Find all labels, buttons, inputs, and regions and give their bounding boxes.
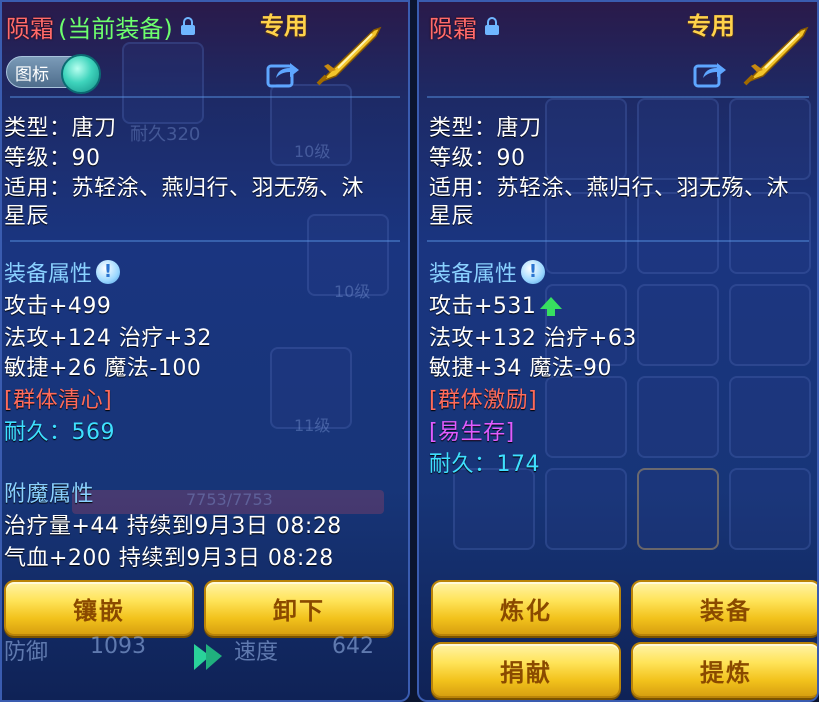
ghost-slot <box>637 376 719 458</box>
enchant-line: 治疗量+44 持续到9月3日 08:28 <box>4 514 342 539</box>
item-title: 陨霜 <box>429 10 499 43</box>
ghost-slot <box>453 468 535 550</box>
bg-speed-value: 642 <box>332 634 374 659</box>
enchant-line: 气血+200 持续到9月3日 08:28 <box>4 546 334 571</box>
item-applies-cont: 星辰 <box>429 204 475 229</box>
ghost-slot <box>122 42 204 124</box>
divider <box>10 240 400 242</box>
stat-line: 法攻+132 治疗+63 <box>429 326 637 351</box>
bg-level-tag: 10级 <box>294 142 331 161</box>
donate-button[interactable]: 捐献 <box>431 642 621 698</box>
item-applies: 适用：苏轻涂、燕归行、羽无殇、沐 <box>429 176 790 201</box>
equip-attributes-label: 装备属性 <box>4 262 93 287</box>
bg-level-tag: 10级 <box>334 282 371 301</box>
bg-speed-label: 速度 <box>234 640 279 665</box>
current-equipment-panel: 耐久320 10级 10级 11级 7753/7753 陨霜 (当前装备) 专用 … <box>0 0 410 702</box>
ghost-slot <box>729 192 811 274</box>
ghost-slot <box>637 284 719 366</box>
current-equip-tag: (当前装备) <box>58 14 173 43</box>
stat-attack-value: 攻击+531 <box>429 294 537 319</box>
equip-attributes-label: 装备属性 <box>429 262 518 287</box>
item-type: 类型：唐刀 <box>429 116 542 141</box>
bg-defense-label: 防御 <box>4 640 49 665</box>
icon-toggle[interactable]: 图标 <box>6 54 101 94</box>
unequip-button[interactable]: 卸下 <box>204 580 394 636</box>
ghost-slot <box>637 468 719 550</box>
extract-button[interactable]: 提炼 <box>631 642 817 698</box>
share-icon[interactable] <box>266 58 300 88</box>
skill-tag: [群体激励] <box>429 388 538 413</box>
item-applies: 适用：苏轻涂、燕归行、羽无殇、沐 <box>4 176 365 201</box>
item-level: 等级：90 <box>4 146 101 171</box>
bg-hp-value: 7753/7753 <box>186 490 273 509</box>
bg-level-tag: 11级 <box>294 416 331 435</box>
exclusive-tag: 专用 <box>260 12 308 40</box>
share-icon[interactable] <box>693 58 727 88</box>
durability: 耐久：174 <box>429 452 540 477</box>
divider <box>10 96 400 98</box>
ghost-slot <box>545 376 627 458</box>
ghost-slot <box>545 468 627 550</box>
item-type: 类型：唐刀 <box>4 116 117 141</box>
item-name: 陨霜 <box>6 14 54 43</box>
stat-line: 法攻+124 治疗+32 <box>4 326 212 351</box>
ghost-slot <box>545 98 627 180</box>
refine-button[interactable]: 炼化 <box>431 580 621 636</box>
ghost-slot <box>637 192 719 274</box>
ghost-slot <box>729 468 811 550</box>
icon-toggle-label: 图标 <box>15 64 49 85</box>
stat-line: 敏捷+26 魔法-100 <box>4 356 202 381</box>
equip-attributes-heading: 装备属性 ! <box>4 256 121 288</box>
divider <box>427 240 809 242</box>
item-title: 陨霜 (当前装备) <box>6 10 195 43</box>
bg-durability-label: 耐久320 <box>130 124 201 145</box>
enchant-attributes-heading: 附魔属性 <box>4 482 95 507</box>
equip-attributes-heading: 装备属性 ! <box>429 256 546 288</box>
durability: 耐久：569 <box>4 420 115 445</box>
lock-icon <box>180 17 195 35</box>
ghost-slot <box>729 98 811 180</box>
lock-icon <box>485 17 499 35</box>
info-icon[interactable]: ! <box>96 260 121 284</box>
inlay-button[interactable]: 镶嵌 <box>4 580 194 636</box>
golden-blade-icon <box>743 26 809 86</box>
ghost-slot <box>637 98 719 180</box>
item-level: 等级：90 <box>429 146 526 171</box>
ghost-slot <box>545 192 627 274</box>
golden-blade-icon <box>316 26 382 86</box>
skill-tag: [易生存] <box>429 420 515 445</box>
exclusive-tag: 专用 <box>687 12 735 40</box>
stat-attack: 攻击+499 <box>4 294 112 319</box>
green-up-arrow-icon <box>540 297 563 316</box>
stat-line: 敏捷+34 魔法-90 <box>429 356 612 381</box>
item-applies-cont: 星辰 <box>4 204 50 229</box>
toggle-knob <box>61 54 101 94</box>
ghost-slot <box>729 376 811 458</box>
speed-icon <box>194 644 222 670</box>
stat-attack: 攻击+531 <box>429 288 563 320</box>
ghost-slot <box>729 284 811 366</box>
item-name: 陨霜 <box>429 14 477 43</box>
divider <box>427 96 809 98</box>
bg-defense-value: 1093 <box>90 634 146 659</box>
compare-equipment-panel: 陨霜 专用 类型：唐刀 等级：90 适用：苏轻涂、燕归行、羽无殇、沐 星辰 装备… <box>417 0 819 702</box>
equip-button[interactable]: 装备 <box>631 580 817 636</box>
skill-tag: [群体清心] <box>4 388 113 413</box>
info-icon[interactable]: ! <box>521 260 546 284</box>
